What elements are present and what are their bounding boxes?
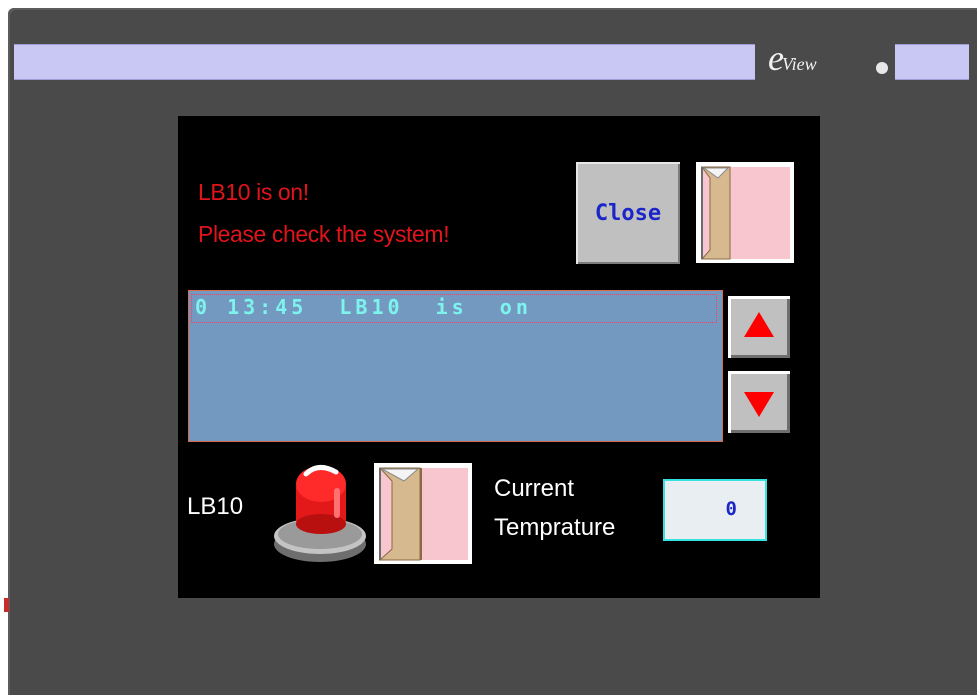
temperature-label-line-2: Temprature — [494, 514, 616, 541]
alarm-list[interactable]: 0 13:45 LB10 is on — [188, 290, 723, 442]
red-lamp-icon — [274, 465, 366, 562]
window-door-icon — [698, 164, 792, 261]
window-screen-button[interactable] — [696, 162, 794, 263]
brand-logo: e View — [768, 40, 817, 76]
alarm-list-row[interactable]: 0 13:45 LB10 is on — [191, 294, 717, 323]
triangle-down-icon — [744, 392, 774, 417]
triangle-up-icon — [744, 312, 774, 337]
side-marker — [4, 598, 9, 612]
window-door-icon — [376, 465, 470, 562]
scroll-down-button[interactable] — [728, 371, 790, 433]
alarm-message-line-2: Please check the system! — [198, 221, 450, 247]
lamp-label: LB10 — [187, 493, 244, 520]
temperature-value-display: 0 — [663, 479, 767, 541]
power-led-icon — [876, 62, 888, 74]
alarm-message-line-1: LB10 is on! — [198, 179, 309, 205]
temperature-label-line-1: Current — [494, 475, 575, 502]
close-button[interactable]: Close — [576, 162, 680, 264]
brand-logo-name: View — [781, 54, 817, 74]
scroll-up-button[interactable] — [728, 296, 790, 358]
lamp-window-button[interactable] — [374, 463, 472, 564]
